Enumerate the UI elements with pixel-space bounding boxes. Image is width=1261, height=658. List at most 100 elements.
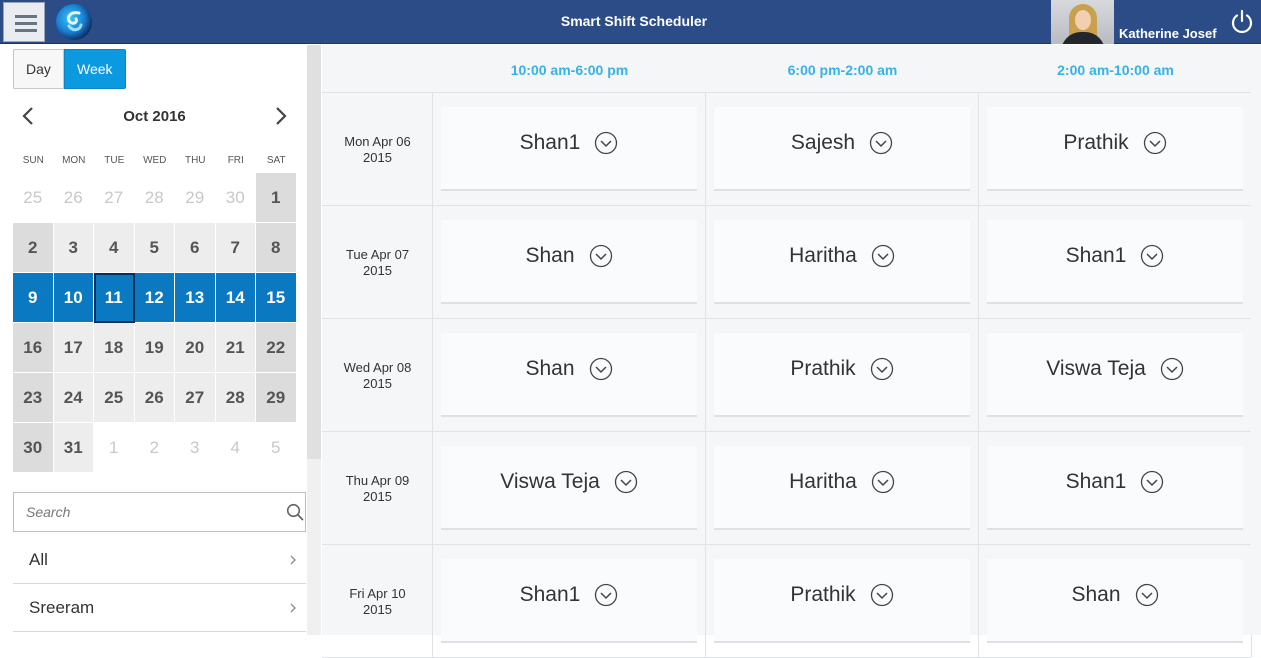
calendar-day[interactable]: 11 [94,273,135,323]
calendar-day[interactable]: 4 [94,223,135,273]
date-cell: Thu Apr 09 2015 [322,432,433,544]
chevron-right-icon [290,603,296,613]
user-avatar[interactable] [1051,0,1114,44]
calendar-day[interactable]: 1 [94,423,135,473]
calendar-day[interactable]: 12 [134,273,175,323]
calendar-day[interactable]: 5 [134,223,175,273]
shift-assignment-card[interactable]: Shan [441,220,697,304]
chevron-down-icon[interactable] [869,131,893,155]
shift-cell: Shan1 [433,545,706,657]
calendar-day[interactable]: 17 [53,323,94,373]
chevron-down-icon[interactable] [871,244,895,268]
calendar-day[interactable]: 28 [134,173,175,223]
calendar-day[interactable]: 21 [215,323,256,373]
shift-assignment-card[interactable]: Prathik [714,559,970,643]
calendar-day[interactable]: 15 [256,273,297,323]
chevron-down-icon[interactable] [1160,357,1184,381]
shift-assignment-card[interactable]: Shan1 [987,220,1243,304]
calendar-day[interactable]: 3 [53,223,94,273]
shift-assignment-card[interactable]: Prathik [987,107,1243,191]
date-label: Mon Apr 06 [344,134,411,149]
calendar-day[interactable]: 20 [175,323,216,373]
chevron-down-icon[interactable] [1140,470,1164,494]
calendar-day[interactable]: 22 [256,323,297,373]
calendar-day[interactable]: 9 [13,273,54,323]
next-month-icon[interactable] [270,105,290,127]
chevron-down-icon[interactable] [1135,583,1159,607]
shift-assignment-card[interactable]: Shan1 [441,559,697,643]
calendar-day[interactable]: 5 [256,423,297,473]
calendar-day[interactable]: 7 [215,223,256,273]
calendar-day[interactable]: 8 [256,223,297,273]
shift-assignment-card[interactable]: Viswa Teja [441,446,697,530]
calendar-day[interactable]: 3 [175,423,216,473]
calendar-day[interactable]: 30 [215,173,256,223]
search-icon[interactable] [286,503,304,521]
calendar-day[interactable]: 6 [175,223,216,273]
shift-assignment-card[interactable]: Shan [987,559,1243,643]
assignee-name: Shan1 [519,583,581,606]
chevron-down-icon[interactable] [589,357,613,381]
calendar-day[interactable]: 19 [134,323,175,373]
chevron-down-icon[interactable] [614,470,638,494]
chevron-down-icon[interactable] [871,470,895,494]
calendar-day[interactable]: 27 [175,373,216,423]
calendar-week-row: 23 24 25 26 27 28 29 [13,373,297,423]
calendar-day[interactable]: 29 [256,373,297,423]
calendar-day[interactable]: 31 [53,423,94,473]
calendar-day[interactable]: 13 [175,273,216,323]
chevron-down-icon[interactable] [870,357,894,381]
filter-item-sreeram[interactable]: Sreeram [13,584,306,632]
calendar-day[interactable]: 18 [94,323,135,373]
chevron-down-icon[interactable] [1140,244,1164,268]
schedule-scrollbar[interactable] [1251,45,1261,635]
calendar-day[interactable]: 26 [134,373,175,423]
shift-header: 10:00 am-6:00 pm [510,62,629,78]
chevron-down-icon[interactable] [594,131,618,155]
calendar-day[interactable]: 10 [53,273,94,323]
calendar-day[interactable]: 23 [13,373,54,423]
previous-month-icon[interactable] [19,105,39,127]
calendar-day[interactable]: 24 [53,373,94,423]
calendar-day[interactable]: 25 [94,373,135,423]
shift-assignment-card[interactable]: Shan1 [987,446,1243,530]
search-input[interactable] [14,493,274,531]
calendar-day[interactable]: 16 [13,323,54,373]
shift-assignment-card[interactable]: Viswa Teja [987,333,1243,417]
shift-assignment-card[interactable]: Prathik [714,333,970,417]
chevron-right-icon [290,555,296,565]
sidebar-scrollbar[interactable] [307,45,321,635]
calendar-day[interactable]: 2 [13,223,54,273]
day-view-button[interactable]: Day [13,49,64,89]
shift-cell: Haritha [706,206,979,318]
calendar-day[interactable]: 14 [215,273,256,323]
shift-assignment-card[interactable]: Shan [441,333,697,417]
chevron-down-icon[interactable] [594,583,618,607]
date-year: 2015 [363,150,392,165]
shift-assignment-card[interactable]: Haritha [714,446,970,530]
date-cell: Fri Apr 10 2015 [322,545,433,657]
calendar-day[interactable]: 27 [94,173,135,223]
calendar-day[interactable]: 30 [13,423,54,473]
calendar-day[interactable]: 28 [215,373,256,423]
calendar-day[interactable]: 1 [256,173,297,223]
shift-assignment-card[interactable]: Haritha [714,220,970,304]
filter-item-all[interactable]: All [13,536,306,584]
shift-assignment-card[interactable]: Shan1 [441,107,697,191]
date-cell: Tue Apr 07 2015 [322,206,433,318]
chevron-down-icon[interactable] [870,583,894,607]
shift-assignment-card[interactable]: Sajesh [714,107,970,191]
filter-item-label: Sreeram [29,598,95,617]
power-icon[interactable] [1229,9,1255,35]
date-label: Tue Apr 07 [345,247,410,262]
calendar-day[interactable]: 29 [175,173,216,223]
assignee-name: Shan [525,244,575,267]
calendar-day[interactable]: 2 [134,423,175,473]
calendar-day[interactable]: 4 [215,423,256,473]
week-view-button[interactable]: Week [64,49,126,89]
calendar-day[interactable]: 26 [53,173,94,223]
chevron-down-icon[interactable] [1143,131,1167,155]
calendar-day[interactable]: 25 [13,173,54,223]
assignee-name: Shan1 [1065,244,1127,267]
chevron-down-icon[interactable] [589,244,613,268]
